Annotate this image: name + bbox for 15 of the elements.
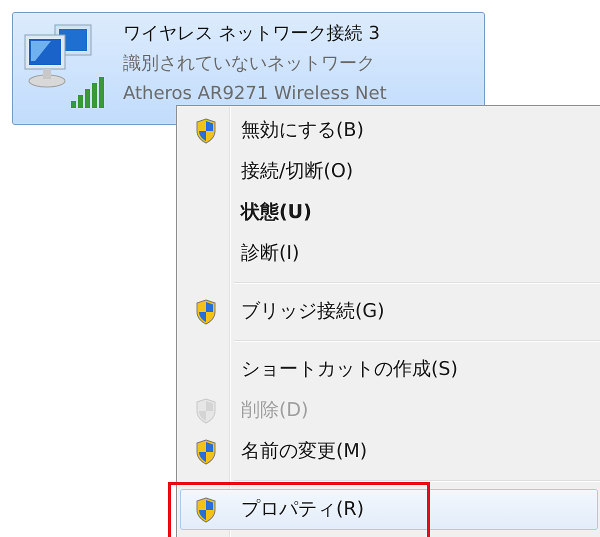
network-status: 識別されていないネットワーク — [123, 52, 376, 76]
shield-icon — [195, 398, 217, 424]
menu-item[interactable]: 診断(I) — [180, 233, 598, 274]
menu-item[interactable]: ショートカットの作成(S) — [180, 349, 598, 390]
menu-item[interactable]: 名前の変更(M) — [180, 431, 598, 472]
menu-item[interactable]: 接続/切断(O) — [180, 151, 598, 192]
menu-item[interactable]: 状態(U) — [180, 192, 598, 233]
shield-icon — [195, 298, 217, 324]
device-name: Atheros AR9271 Wireless Net — [123, 82, 387, 106]
menu-item[interactable]: プロパティ(R) — [180, 489, 598, 530]
shield-icon — [195, 438, 217, 464]
shield-icon — [195, 496, 217, 522]
shield-icon — [195, 118, 217, 144]
menu-item[interactable]: ブリッジ接続(G) — [180, 291, 598, 332]
adapter-name: ワイヤレス ネットワーク接続 3 — [123, 22, 381, 46]
